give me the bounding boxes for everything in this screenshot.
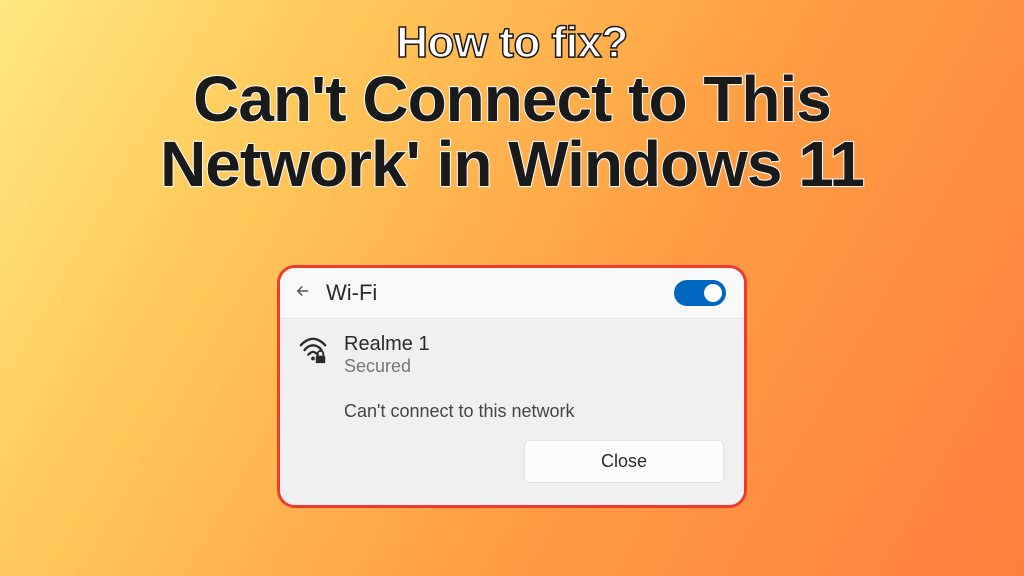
heading-line2b: Network' in Windows 11 bbox=[0, 131, 1024, 198]
network-status: Secured bbox=[344, 356, 430, 377]
heading-line2a: Can't Connect to This bbox=[0, 66, 1024, 133]
network-info: Realme 1 Secured bbox=[344, 333, 430, 377]
back-arrow-icon[interactable] bbox=[294, 282, 312, 304]
toggle-knob bbox=[704, 284, 722, 302]
heading-line1: How to fix? bbox=[0, 18, 1024, 68]
button-row: Close bbox=[280, 426, 744, 505]
panel-title: Wi-Fi bbox=[326, 280, 377, 306]
network-row[interactable]: Realme 1 Secured bbox=[280, 318, 744, 385]
wifi-toggle[interactable] bbox=[674, 280, 726, 306]
page-heading: How to fix? Can't Connect to This Networ… bbox=[0, 0, 1024, 198]
panel-header-left: Wi-Fi bbox=[294, 280, 377, 306]
network-name: Realme 1 bbox=[344, 333, 430, 356]
error-message: Can't connect to this network bbox=[280, 385, 744, 426]
wifi-flyout-panel: Wi-Fi Realme 1 Secured Can't connect to … bbox=[277, 265, 747, 508]
panel-header: Wi-Fi bbox=[280, 268, 744, 318]
close-button[interactable]: Close bbox=[524, 440, 724, 483]
wifi-secured-icon bbox=[298, 335, 328, 365]
